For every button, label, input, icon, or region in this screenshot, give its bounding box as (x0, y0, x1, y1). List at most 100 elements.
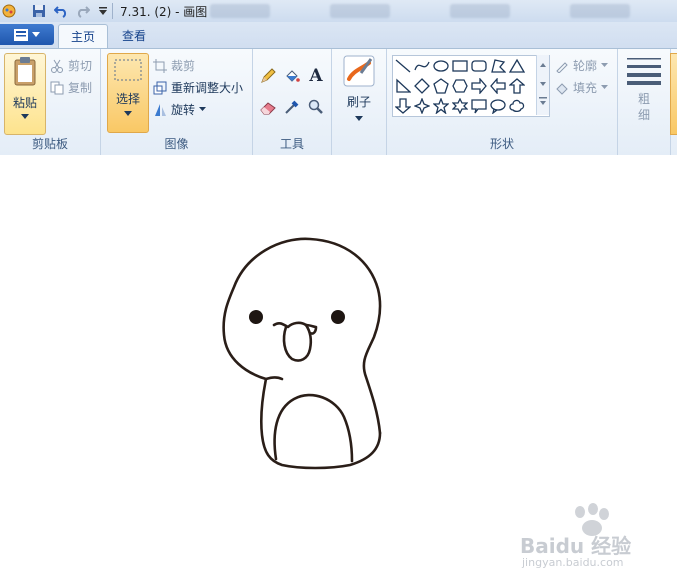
window-title: 7.31. (2) - 画图 (120, 5, 208, 19)
line-shape-icon[interactable] (393, 56, 412, 75)
save-icon[interactable] (30, 2, 48, 20)
cut-label: 剪切 (68, 59, 93, 73)
rectangle-shape-icon[interactable] (450, 56, 469, 75)
clipboard-group: 粘贴 剪切 复制 剪贴板 (0, 49, 101, 155)
left-arrow-shape-icon[interactable] (488, 76, 507, 95)
blurred-taskbar-item (570, 4, 630, 18)
line-thickness-icon (627, 58, 661, 85)
up-arrow-shape-icon[interactable] (507, 76, 526, 95)
tools-group: A 工具 (253, 49, 332, 155)
chevron-down-icon (199, 107, 207, 111)
cartoon-character (222, 237, 382, 470)
tab-home[interactable]: 主页 (58, 24, 109, 49)
tab-view[interactable]: 查看 (110, 24, 158, 48)
brush-icon (343, 55, 375, 87)
brushes-group: 刷子 (332, 49, 387, 155)
text-tool-glyph: A (309, 66, 323, 86)
four-point-star-shape-icon[interactable] (412, 96, 431, 115)
eraser-icon[interactable] (258, 97, 278, 117)
copy-label: 复制 (68, 81, 93, 95)
select-rectangle-icon (114, 59, 142, 81)
file-menu-button[interactable] (0, 24, 54, 45)
six-point-star-shape-icon[interactable] (450, 96, 469, 115)
right-eye (331, 310, 345, 324)
customize-toolbar-icon[interactable] (94, 2, 112, 20)
ribbon-tab-row: 主页 查看 (0, 22, 677, 49)
five-point-star-shape-icon[interactable] (431, 96, 450, 115)
size-label: 粗细 (637, 92, 650, 122)
paste-button[interactable]: 粘贴 (4, 53, 46, 135)
down-arrow-shape-icon[interactable] (393, 96, 412, 115)
outline-label: 轮廓 (573, 59, 598, 73)
redo-icon[interactable] (74, 2, 92, 20)
brushes-label: 刷子 (346, 95, 371, 109)
cut-button[interactable]: 剪切 (50, 57, 92, 74)
colors-group-edge (670, 53, 677, 135)
gallery-scroll-arrows (539, 63, 547, 105)
tools-group-label: 工具 (279, 137, 304, 151)
chevron-down-icon (21, 114, 29, 119)
paint-menu-icon (14, 28, 28, 41)
undo-icon[interactable] (52, 2, 70, 20)
oval-shape-icon[interactable] (431, 56, 450, 75)
watermark-brand: Baidu 经验 (520, 534, 632, 558)
head-outline (222, 237, 382, 435)
scissors-icon (51, 59, 63, 73)
clipboard-group-label: 剪贴板 (31, 137, 68, 151)
fill-bucket-icon[interactable] (282, 66, 302, 86)
pentagon-shape-icon[interactable] (431, 76, 450, 95)
title-separator (112, 3, 113, 19)
blurred-taskbar-item (330, 4, 390, 18)
title-bar: 7.31. (2) - 画图 (0, 0, 677, 23)
crop-button[interactable]: 裁剪 (153, 57, 195, 74)
fill-label: 填充 (573, 81, 598, 95)
hexagon-shape-icon[interactable] (450, 76, 469, 95)
oval-callout-shape-icon[interactable] (488, 96, 507, 115)
triangle-shape-icon[interactable] (507, 56, 526, 75)
size-group: 粗细 (618, 49, 671, 155)
diamond-shape-icon[interactable] (412, 76, 431, 95)
copy-icon (50, 81, 64, 94)
select-button[interactable]: 选择 (107, 53, 149, 133)
mouth-top (272, 321, 308, 329)
image-group-label: 图像 (164, 137, 189, 151)
image-group: 选择 裁剪 重新调整大小 旋转 图像 (101, 49, 253, 155)
polygon-shape-icon[interactable] (488, 56, 507, 75)
chevron-down-icon (355, 116, 363, 121)
select-label: 选择 (115, 92, 140, 106)
resize-icon (153, 81, 167, 94)
paste-label: 粘贴 (12, 96, 37, 110)
rotate-label: 旋转 (171, 103, 196, 117)
cloud-callout-shape-icon[interactable] (507, 96, 526, 115)
brushes-button[interactable]: 刷子 (340, 55, 378, 125)
watermark-url: jingyan.baidu.com (522, 556, 624, 569)
curve-shape-icon[interactable] (412, 56, 431, 75)
text-tool-icon[interactable]: A (306, 66, 326, 86)
belly-outline (273, 393, 354, 463)
crop-icon (153, 58, 167, 73)
size-button[interactable]: 粗细 (624, 55, 664, 131)
rect-callout-shape-icon[interactable] (469, 96, 488, 115)
pencil-icon[interactable] (258, 66, 278, 86)
magnifier-icon[interactable] (306, 97, 326, 117)
fill-button[interactable]: 填充 (555, 79, 609, 96)
resize-label: 重新调整大小 (171, 81, 244, 95)
chevron-down-icon (601, 63, 609, 67)
chevron-down-icon (601, 85, 609, 89)
shapes-gallery-scroll[interactable] (536, 55, 549, 115)
color-picker-icon[interactable] (282, 97, 302, 117)
chevron-down-icon (124, 111, 132, 116)
right-arrow-shape-icon[interactable] (469, 76, 488, 95)
body-outline (259, 377, 382, 470)
app-icon[interactable] (0, 2, 18, 20)
shapes-group-label: 形状 (489, 137, 514, 151)
right-triangle-shape-icon[interactable] (393, 76, 412, 95)
copy-button[interactable]: 复制 (50, 79, 92, 96)
rotate-button[interactable]: 旋转 (153, 101, 207, 118)
resize-button[interactable]: 重新调整大小 (153, 79, 243, 96)
mouth-outline (282, 323, 313, 362)
outline-button[interactable]: 轮廓 (555, 57, 609, 74)
ribbon: 粘贴 剪切 复制 剪贴板 选择 裁剪 重新调整大小 旋转 图像 A 工具 刷子 … (0, 48, 677, 156)
baidu-watermark: Baidu 经验 jingyan.baidu.com (520, 500, 670, 570)
rounded-rectangle-shape-icon[interactable] (469, 56, 488, 75)
